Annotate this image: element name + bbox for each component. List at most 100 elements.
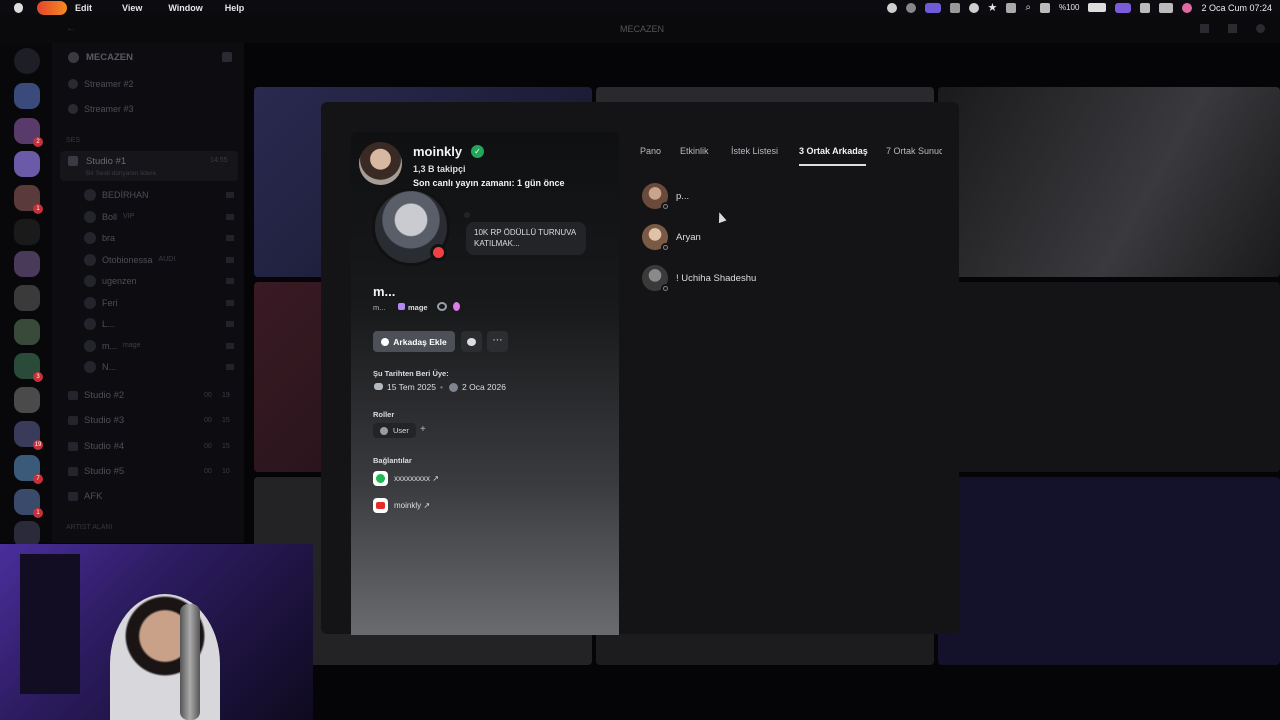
voice-member[interactable]: Feri bbox=[84, 296, 234, 309]
tab-pano[interactable]: Pano bbox=[640, 146, 661, 156]
voice-member[interactable]: Otobionessa AUDI bbox=[84, 253, 234, 266]
obs-icon[interactable] bbox=[905, 2, 916, 13]
member-name: m... bbox=[102, 340, 117, 351]
more-options-button[interactable]: ⋯ bbox=[487, 331, 508, 352]
screen-mirror-icon[interactable] bbox=[924, 2, 941, 13]
screen-icon[interactable] bbox=[1228, 24, 1237, 33]
camera-icon bbox=[226, 364, 234, 370]
message-button[interactable] bbox=[461, 331, 482, 352]
voice-member[interactable]: BEDİRHAN bbox=[84, 189, 234, 201]
tab-etkinlik[interactable]: Etkinlik bbox=[680, 146, 709, 156]
record-icon[interactable] bbox=[886, 2, 897, 13]
voice-member[interactable]: L... bbox=[84, 318, 234, 330]
menu-view[interactable]: View bbox=[114, 3, 150, 13]
server-icon[interactable]: 1 bbox=[14, 489, 43, 518]
add-role-icon[interactable]: + bbox=[420, 424, 426, 435]
server-icon[interactable] bbox=[14, 219, 40, 245]
role-chip[interactable]: User bbox=[373, 423, 416, 438]
voice-member[interactable]: m... mage bbox=[84, 339, 234, 352]
server-icon[interactable]: 3 bbox=[14, 353, 43, 382]
stream-tile[interactable] bbox=[938, 282, 1280, 472]
camera-icon bbox=[226, 321, 234, 327]
play-icon[interactable] bbox=[968, 2, 979, 13]
role-name: User bbox=[393, 426, 409, 435]
channel-label: Streamer #3 bbox=[84, 104, 134, 114]
server-icon[interactable] bbox=[14, 83, 40, 109]
member-tag: VIP bbox=[123, 213, 135, 220]
channel-item[interactable]: Streamer #3 bbox=[68, 104, 134, 114]
keyboard-icon[interactable] bbox=[1006, 2, 1017, 13]
voice-member[interactable]: ugenzen bbox=[84, 275, 234, 287]
stream-tile[interactable] bbox=[938, 87, 1280, 277]
tab-mutual-servers[interactable]: 7 Ortak Sunuc bbox=[886, 146, 942, 156]
server-icon[interactable] bbox=[14, 151, 40, 177]
section-header[interactable]: SES bbox=[66, 137, 80, 144]
list-item[interactable]: ! Uchiha Shadeshu bbox=[642, 265, 756, 293]
stage-icon bbox=[68, 79, 78, 89]
tab-mutual-friends[interactable]: 3 Ortak Arkadaş bbox=[799, 146, 868, 156]
voice-limit: 10 bbox=[222, 467, 230, 475]
active-tab-indicator bbox=[799, 164, 866, 166]
voice-status: Bir Sesli dünyanın lidere bbox=[86, 170, 157, 177]
profile-username: m... bbox=[373, 284, 396, 299]
voice-member[interactable]: bra bbox=[84, 232, 234, 244]
stream-tile[interactable] bbox=[938, 477, 1280, 665]
add-member-icon[interactable] bbox=[222, 52, 232, 62]
back-arrow-icon[interactable]: ← bbox=[66, 23, 76, 34]
camera-icon bbox=[226, 278, 234, 284]
home-icon[interactable] bbox=[14, 48, 40, 74]
link-spotify[interactable]: xxxxxxxxx ↗ bbox=[394, 474, 439, 483]
links-label: Bağlantılar bbox=[373, 456, 412, 465]
voice-channel-item[interactable]: Studio #4 00 15 bbox=[68, 440, 230, 452]
voice-member[interactable]: N... bbox=[84, 361, 234, 373]
list-item[interactable]: p... bbox=[642, 183, 689, 211]
link-youtube[interactable]: moinkly ↗ bbox=[394, 501, 430, 510]
notification-icon[interactable] bbox=[1140, 2, 1151, 13]
star-icon[interactable]: ★ bbox=[988, 1, 998, 14]
inbox-icon[interactable] bbox=[1200, 24, 1209, 33]
last-stream-text: Son canlı yayın zamanı: 1 gün önce bbox=[413, 178, 565, 188]
member-since-server: 2 Oca 2026 bbox=[462, 382, 506, 392]
add-friend-button[interactable]: Arkadaş Ekle bbox=[373, 331, 455, 352]
voice-member[interactable]: Boll VIP bbox=[84, 210, 234, 223]
avatar[interactable] bbox=[359, 142, 402, 185]
server-icon[interactable] bbox=[14, 285, 40, 311]
search-icon[interactable]: ⌕ bbox=[1025, 2, 1031, 13]
active-voice-channel[interactable]: Studio #1 14:55 Bir Sesli dünyanın lider… bbox=[60, 151, 238, 181]
channel-item[interactable]: Streamer #2 bbox=[68, 79, 134, 89]
add-friend-icon bbox=[381, 337, 390, 346]
battery-icon[interactable] bbox=[1088, 3, 1107, 12]
youtube-icon bbox=[373, 498, 388, 513]
spotify-icon bbox=[373, 471, 388, 486]
apple-icon[interactable] bbox=[14, 2, 23, 13]
server-icon[interactable] bbox=[14, 319, 40, 345]
tab-istek-listesi[interactable]: İstek Listesi bbox=[731, 146, 778, 156]
server-icon[interactable] bbox=[14, 251, 40, 277]
server-icon[interactable]: 19 bbox=[14, 421, 43, 450]
menu-edit[interactable]: Edit bbox=[67, 3, 100, 13]
menu-window[interactable]: Window bbox=[160, 3, 210, 13]
friend-avatar bbox=[642, 265, 670, 293]
custom-status-bubble[interactable]: 10K RP ÖDÜLLÜ TURNUVA KATILMAK... bbox=[466, 222, 586, 255]
voice-channel-item[interactable]: Studio #3 00 15 bbox=[68, 415, 230, 426]
voice-channel-item[interactable]: AFK bbox=[68, 491, 102, 502]
grid-icon[interactable] bbox=[949, 2, 960, 13]
control-icon[interactable] bbox=[1039, 2, 1050, 13]
voice-channel-label: Studio #4 bbox=[84, 440, 125, 452]
server-icon[interactable]: 7 bbox=[14, 455, 43, 484]
menu-help[interactable]: Help bbox=[217, 3, 253, 13]
server-icon[interactable]: 1 bbox=[14, 185, 43, 214]
stage-manager-icon[interactable] bbox=[1115, 2, 1132, 13]
list-item[interactable]: Aryan bbox=[642, 224, 701, 252]
voice-count: 00 bbox=[204, 467, 212, 475]
server-name[interactable]: MECAZEN bbox=[86, 52, 133, 63]
voice-channel-item[interactable]: Studio #2 00 19 bbox=[68, 390, 230, 401]
voice-channel-item[interactable]: Studio #5 00 10 bbox=[68, 466, 230, 477]
help-icon[interactable] bbox=[1256, 24, 1265, 33]
siri-icon[interactable] bbox=[1182, 2, 1193, 13]
control-center-icon[interactable] bbox=[1159, 2, 1174, 13]
member-avatar bbox=[84, 253, 96, 266]
server-icon[interactable]: 2 bbox=[14, 118, 43, 147]
server-icon[interactable] bbox=[14, 387, 40, 413]
section-header[interactable]: ARTIST ALANI bbox=[66, 524, 112, 531]
